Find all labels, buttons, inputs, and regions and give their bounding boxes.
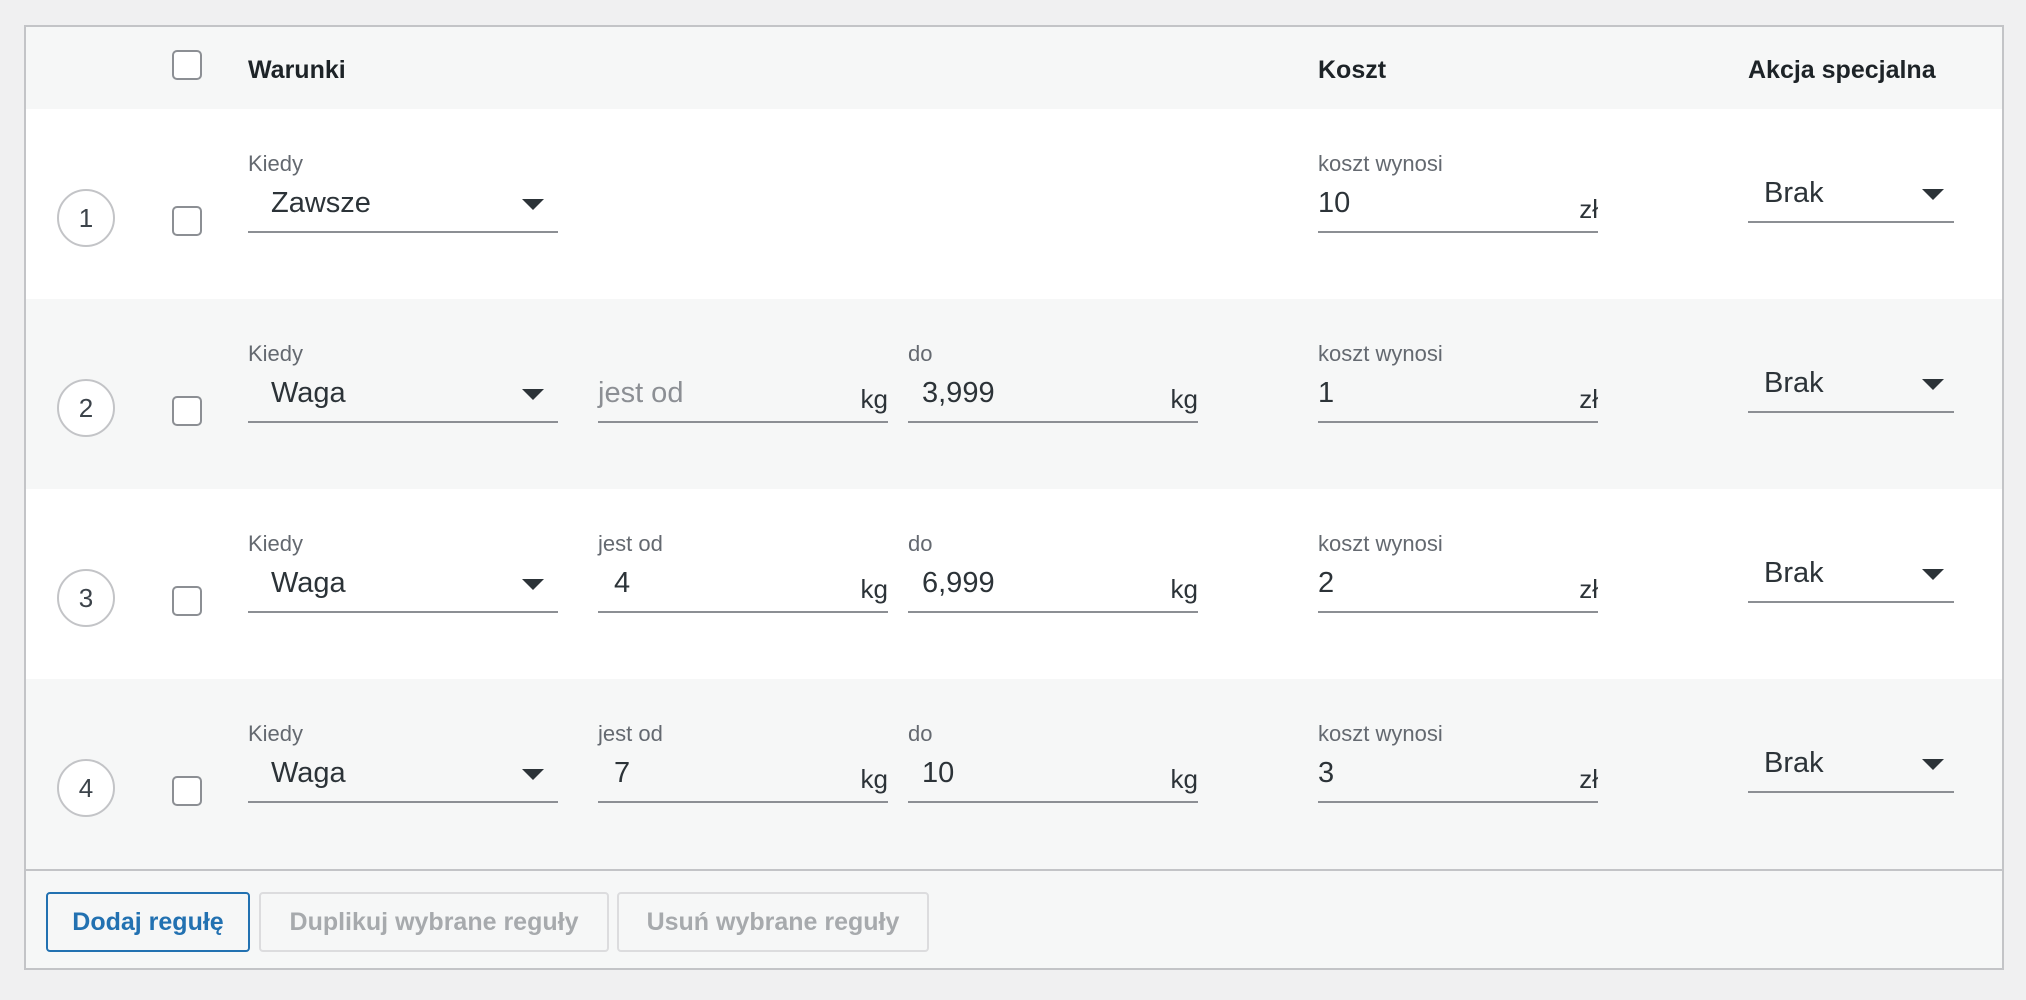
cost-input[interactable]: 2 zł [1318,557,1598,613]
weight-to-input[interactable]: 10 kg [908,747,1198,803]
special-action-value: Brak [1764,367,1824,399]
add-rule-button[interactable]: Dodaj regułę [46,892,250,952]
weight-from-placeholder: jest od [598,377,684,409]
special-action-select[interactable]: Brak [1748,357,1954,413]
when-select-value: Waga [271,567,346,599]
header-cost: Koszt [1318,56,1387,84]
weight-from-unit: kg [860,764,888,794]
chevron-down-icon [1922,189,1944,200]
when-select-value: Waga [271,757,346,789]
when-select[interactable]: Waga [248,367,558,423]
rule-number-badge: 2 [57,379,115,437]
rule-row: 3 Kiedy Waga jest od 4 kg do 6,999 kg ko… [26,489,2002,679]
special-action-select[interactable]: Brak [1748,737,1954,793]
when-label: Kiedy [248,531,304,556]
special-action-value: Brak [1764,177,1824,209]
when-label: Kiedy [248,151,304,176]
delete-selected-button[interactable]: Usuń wybrane reguły [617,892,929,952]
row-checkbox[interactable] [172,206,202,236]
row-checkbox[interactable] [172,776,202,806]
weight-from-unit: kg [860,574,888,604]
chevron-down-icon [1922,379,1944,390]
row-checkbox[interactable] [172,396,202,426]
row-checkbox[interactable] [172,586,202,616]
chevron-down-icon [1922,569,1944,580]
cost-label: koszt wynosi [1318,721,1443,746]
cost-label: koszt wynosi [1318,341,1443,366]
cost-label: koszt wynosi [1318,151,1443,176]
cost-input-value: 3 [1318,757,1335,789]
when-select[interactable]: Zawsze [248,177,558,233]
cost-label: koszt wynosi [1318,531,1443,556]
cost-input-value: 2 [1318,567,1335,599]
when-select-value: Waga [271,377,346,409]
chevron-down-icon [522,389,544,400]
rule-number-badge: 3 [57,569,115,627]
chevron-down-icon [522,199,544,210]
rule-number-badge: 4 [57,759,115,817]
when-label: Kiedy [248,721,304,746]
cost-input-value: 1 [1318,377,1335,409]
weight-to-input[interactable]: 3,999 kg [908,367,1198,423]
cost-input[interactable]: 1 zł [1318,367,1598,423]
when-select[interactable]: Waga [248,747,558,803]
table-header: Warunki Koszt Akcja specjalna [26,27,2002,111]
weight-to-label: do [908,341,933,366]
weight-to-value: 3,999 [922,377,995,409]
header-conditions: Warunki [248,56,346,84]
special-action-value: Brak [1764,747,1824,779]
weight-to-unit: kg [1170,764,1198,794]
header-special-action: Akcja specjalna [1748,56,1936,84]
rules-table: Warunki Koszt Akcja specjalna 1 Kiedy Za… [24,25,2004,970]
weight-to-label: do [908,531,933,556]
weight-to-value: 10 [922,757,955,789]
weight-from-value: 4 [614,567,631,599]
rule-row: 4 Kiedy Waga jest od 7 kg do 10 kg koszt… [26,679,2002,869]
chevron-down-icon [522,769,544,780]
rule-row: 1 Kiedy Zawsze koszt wynosi 10 zł Brak [26,109,2002,299]
weight-from-unit: kg [860,384,888,414]
weight-to-value: 6,999 [922,567,995,599]
cost-unit: zł [1579,194,1598,224]
weight-to-unit: kg [1170,574,1198,604]
weight-from-input[interactable]: 4 kg [598,557,888,613]
weight-to-label: do [908,721,933,746]
weight-from-label: jest od [598,721,663,746]
when-label: Kiedy [248,341,304,366]
rule-row: 2 Kiedy Waga jest od kg do 3,999 kg kosz… [26,299,2002,489]
cost-input[interactable]: 3 zł [1318,747,1598,803]
special-action-select[interactable]: Brak [1748,547,1954,603]
weight-from-input[interactable]: 7 kg [598,747,888,803]
chevron-down-icon [522,579,544,590]
cost-unit: zł [1579,574,1598,604]
duplicate-selected-button[interactable]: Duplikuj wybrane reguły [259,892,609,952]
when-select-value: Zawsze [271,187,371,219]
cost-input-value: 10 [1318,187,1351,219]
weight-from-value: 7 [614,757,631,789]
when-select[interactable]: Waga [248,557,558,613]
chevron-down-icon [1922,759,1944,770]
weight-to-input[interactable]: 6,999 kg [908,557,1198,613]
special-action-value: Brak [1764,557,1824,589]
weight-from-label: jest od [598,531,663,556]
footer-divider [26,869,2002,871]
cost-input[interactable]: 10 zł [1318,177,1598,233]
cost-unit: zł [1579,384,1598,414]
cost-unit: zł [1579,764,1598,794]
rule-number-badge: 1 [57,189,115,247]
special-action-select[interactable]: Brak [1748,167,1954,223]
select-all-checkbox[interactable] [172,50,202,80]
weight-to-unit: kg [1170,384,1198,414]
weight-from-input[interactable]: jest od kg [598,367,888,423]
